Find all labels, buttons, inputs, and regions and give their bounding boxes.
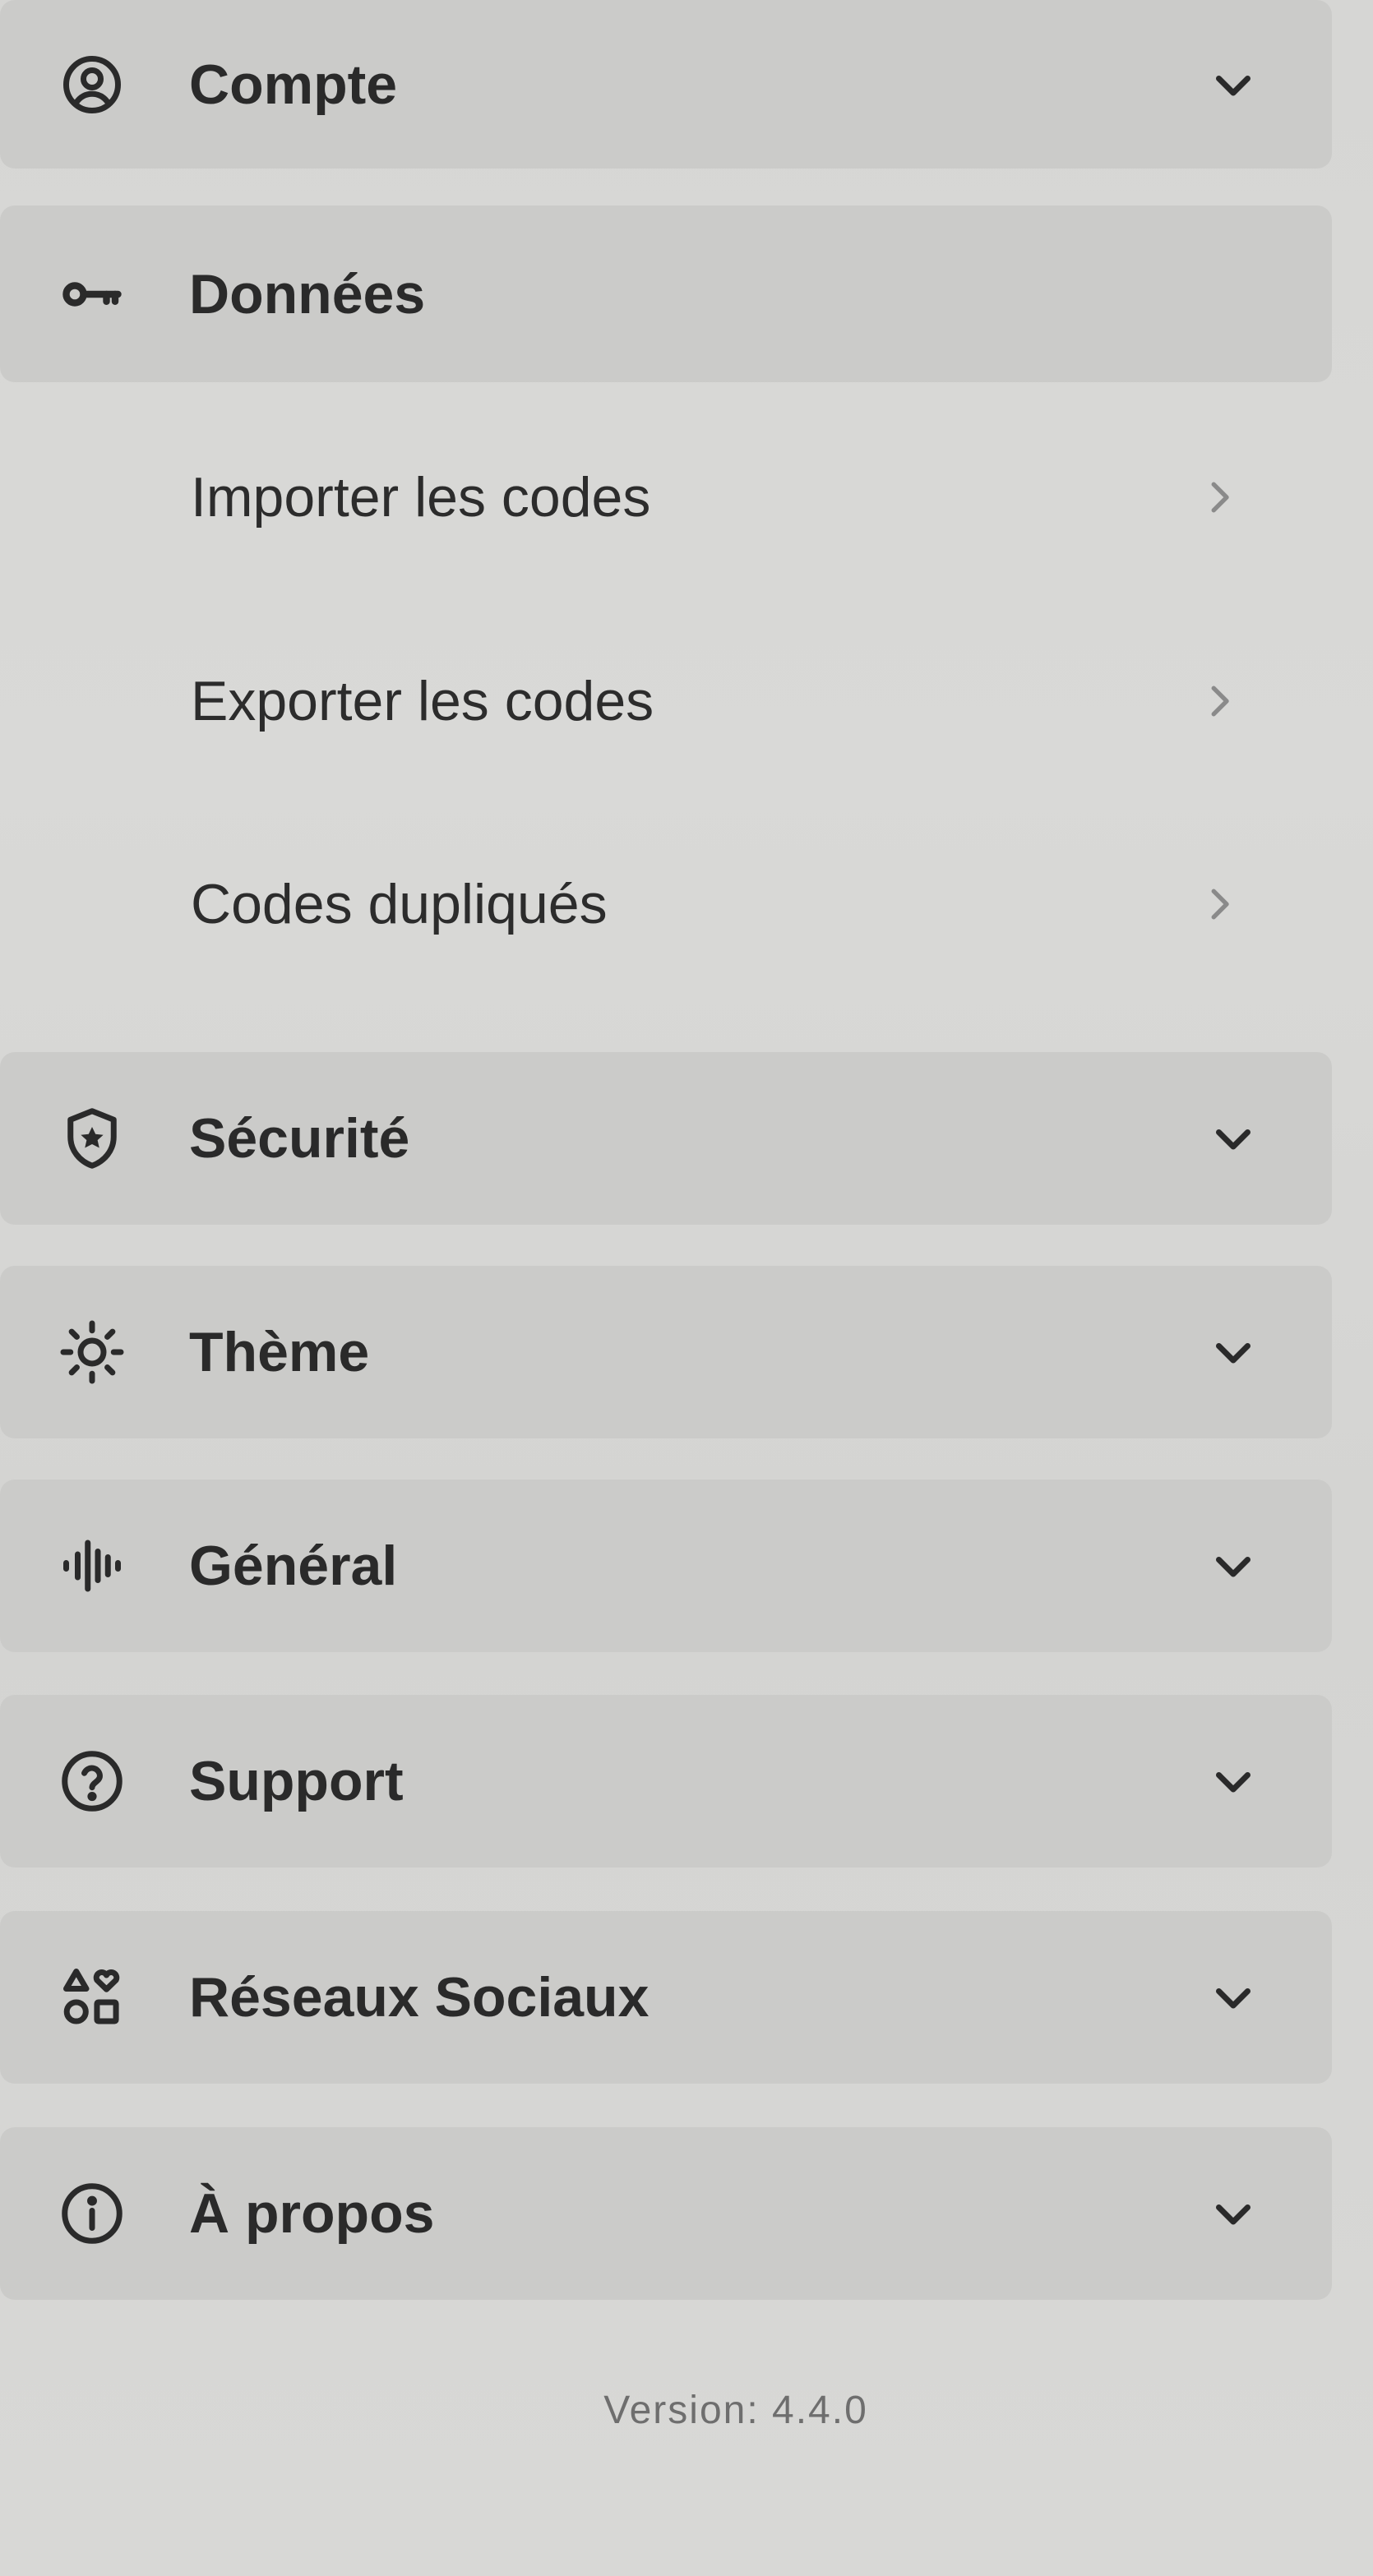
chevron-down-icon	[1209, 60, 1258, 109]
chevron-down-icon	[1209, 1114, 1258, 1163]
settings-menu: Compte Données Importer les codes Export…	[0, 0, 1373, 2576]
info-circle-icon	[58, 2179, 127, 2248]
chevron-right-icon	[1197, 882, 1241, 926]
section-data[interactable]: Données	[0, 205, 1332, 382]
section-account[interactable]: Compte	[0, 0, 1332, 169]
chevron-down-icon	[1209, 1541, 1258, 1590]
waveform-icon	[58, 1531, 127, 1600]
section-label: Général	[189, 1535, 398, 1597]
chevron-right-icon	[1197, 475, 1241, 519]
subitem-label: Exporter les codes	[191, 670, 654, 732]
duplicate-codes-item[interactable]: Codes dupliqués	[0, 806, 1332, 1003]
chevron-down-icon	[1209, 1757, 1258, 1806]
subitem-label: Importer les codes	[191, 466, 651, 529]
account-circle-icon	[58, 50, 127, 119]
section-label: Données	[189, 262, 426, 325]
chevron-down-icon	[1209, 2189, 1258, 2238]
section-about[interactable]: À propos	[0, 2127, 1332, 2300]
section-label: À propos	[189, 2182, 435, 2245]
shapes-icon	[58, 1963, 127, 2032]
section-label: Réseaux Sociaux	[189, 1966, 650, 2029]
section-label: Sécurité	[189, 1107, 410, 1170]
section-security[interactable]: Sécurité	[0, 1052, 1332, 1225]
section-support[interactable]: Support	[0, 1695, 1332, 1867]
section-label: Compte	[189, 53, 398, 116]
help-circle-icon	[58, 1747, 127, 1816]
section-label: Thème	[189, 1321, 370, 1383]
chevron-right-icon	[1197, 679, 1241, 723]
section-label: Support	[189, 1750, 404, 1812]
chevron-down-icon	[1209, 1973, 1258, 2022]
chevron-down-icon	[1209, 1327, 1258, 1377]
subitem-label: Codes dupliqués	[191, 873, 608, 935]
import-codes-item[interactable]: Importer les codes	[0, 399, 1332, 596]
key-icon	[58, 260, 127, 329]
sun-icon	[58, 1318, 127, 1387]
section-theme[interactable]: Thème	[0, 1266, 1332, 1438]
shield-star-icon	[58, 1104, 127, 1173]
section-social[interactable]: Réseaux Sociaux	[0, 1911, 1332, 2084]
version-text: Version: 4.4.0	[603, 2389, 868, 2432]
section-general[interactable]: Général	[0, 1480, 1332, 1652]
export-codes-item[interactable]: Exporter les codes	[0, 602, 1332, 800]
